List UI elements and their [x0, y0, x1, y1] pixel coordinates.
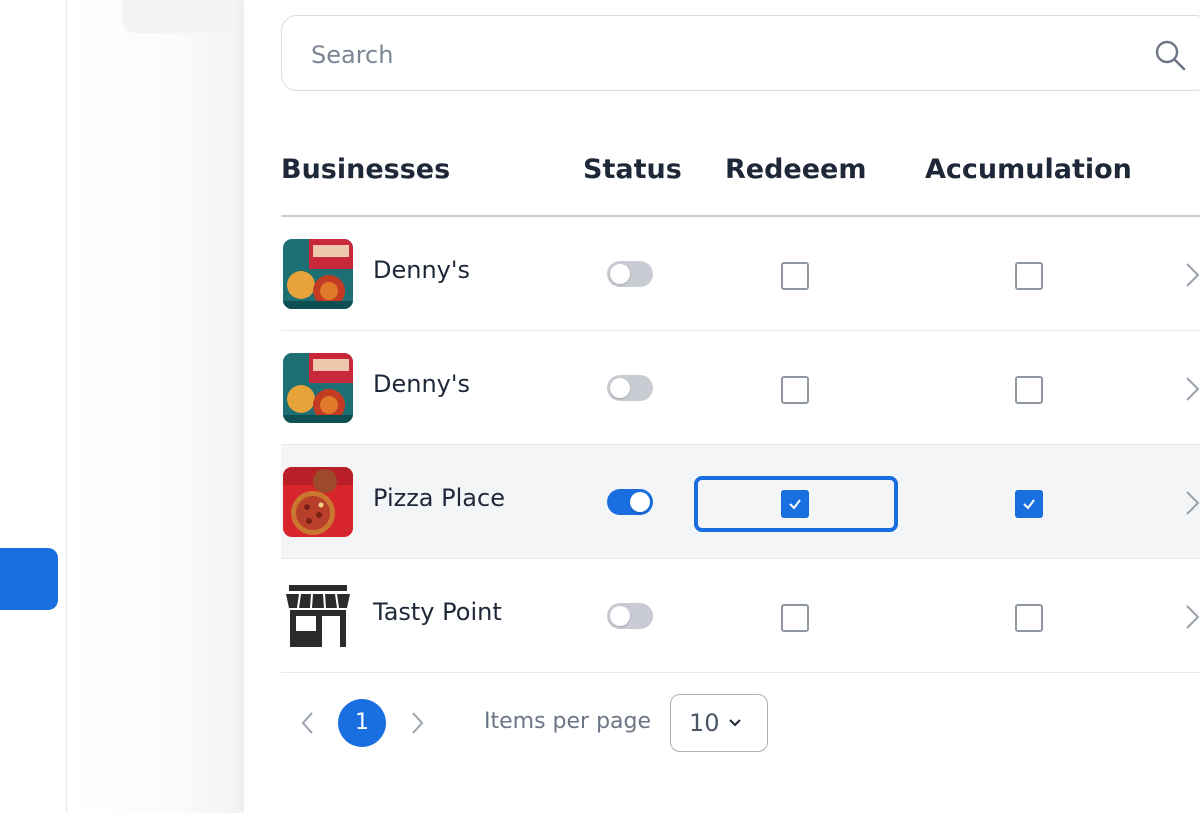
status-toggle[interactable]: [607, 375, 653, 401]
status-toggle[interactable]: [607, 261, 653, 287]
pagination-prev-icon[interactable]: [297, 710, 319, 736]
accumulation-checkbox[interactable]: [1015, 376, 1043, 404]
column-header-redeem[interactable]: Redeeem: [725, 154, 867, 185]
column-header-status[interactable]: Status: [583, 154, 682, 185]
nav-active-item[interactable]: [0, 548, 58, 610]
redeem-checkbox[interactable]: [781, 262, 809, 290]
table-row[interactable]: Tasty Point: [281, 559, 1200, 673]
pagination-next-icon[interactable]: [406, 710, 428, 736]
items-per-page-select[interactable]: 10: [670, 694, 768, 752]
items-per-page-value: 10: [689, 709, 720, 737]
chevron-right-icon[interactable]: [1183, 375, 1200, 403]
panel-tab-chip[interactable]: [122, 0, 238, 33]
storefront-icon: [283, 581, 353, 651]
pizza-thumbnail: [283, 467, 353, 537]
table-row[interactable]: Pizza Place: [281, 445, 1200, 559]
column-header-accumulation[interactable]: Accumulation: [925, 154, 1132, 185]
dennys-thumbnail: [283, 239, 353, 309]
search-box[interactable]: [281, 15, 1200, 91]
redeem-checkbox[interactable]: [781, 604, 809, 632]
status-toggle[interactable]: [607, 489, 653, 515]
business-name: Tasty Point: [373, 598, 502, 626]
secondary-panel: [67, 0, 244, 813]
accumulation-checkbox[interactable]: [1015, 490, 1043, 518]
search-icon[interactable]: [1153, 38, 1187, 72]
checkmark-icon: [1023, 499, 1035, 510]
left-nav-rail: [0, 0, 67, 813]
checkmark-icon: [789, 499, 801, 510]
toggle-knob: [630, 492, 650, 512]
chevron-right-icon[interactable]: [1183, 489, 1200, 517]
search-input[interactable]: [309, 34, 1113, 76]
items-per-page-label: Items per page: [484, 709, 652, 734]
chevron-down-icon: [729, 719, 741, 727]
business-name: Denny's: [373, 370, 470, 398]
table-row[interactable]: Denny's: [281, 217, 1200, 331]
redeem-checkbox[interactable]: [781, 376, 809, 404]
accumulation-checkbox[interactable]: [1015, 262, 1043, 290]
business-name: Denny's: [373, 256, 470, 284]
column-header-businesses[interactable]: Businesses: [281, 154, 450, 185]
redeem-checkbox[interactable]: [781, 490, 809, 518]
dennys-thumbnail: [283, 353, 353, 423]
accumulation-checkbox[interactable]: [1015, 604, 1043, 632]
status-toggle[interactable]: [607, 603, 653, 629]
toggle-knob: [610, 606, 630, 626]
table-row[interactable]: Denny's: [281, 331, 1200, 445]
pagination-page-button[interactable]: 1: [338, 699, 386, 747]
chevron-right-icon[interactable]: [1183, 603, 1200, 631]
chevron-right-icon[interactable]: [1183, 261, 1200, 289]
toggle-knob: [610, 264, 630, 284]
business-name: Pizza Place: [373, 484, 505, 512]
toggle-knob: [610, 378, 630, 398]
